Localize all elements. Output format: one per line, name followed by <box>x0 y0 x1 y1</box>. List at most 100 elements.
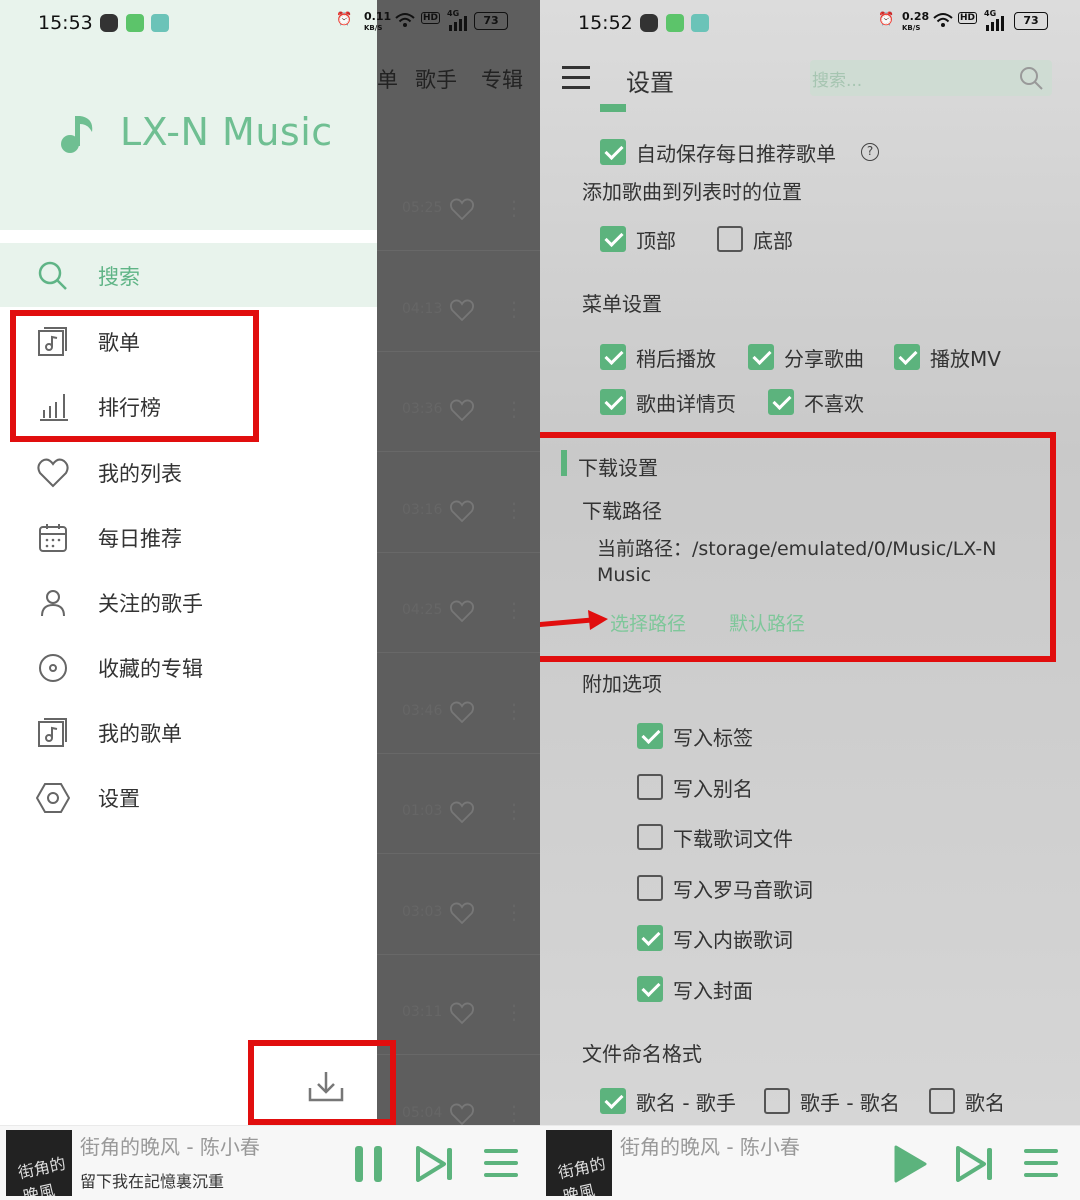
sidebar-item-my-songlist[interactable]: 我的歌单 <box>0 700 377 764</box>
wifi-icon <box>933 12 953 32</box>
song-duration: 03:36 <box>402 401 443 417</box>
more-vert-icon[interactable]: ⋮ <box>504 297 524 321</box>
play-mv-checkbox[interactable]: 播放MV <box>894 342 1001 372</box>
play-icon[interactable] <box>892 1144 928 1184</box>
write-romaji-lyrics-checkbox[interactable]: 写入罗马音歌词 <box>637 873 813 903</box>
search-icon[interactable] <box>1018 65 1044 91</box>
annotation-box-download-settings <box>540 432 1056 662</box>
comparison-screenshot: 单 歌手 专辑 05:25 ⋮ 04:13 ⋮ 03:36 ⋮ 03:16 ⋮ 04:25 ⋮ 03… <box>0 0 1080 1200</box>
more-vert-icon[interactable]: ⋮ <box>504 598 524 622</box>
more-vert-icon[interactable]: ⋮ <box>504 196 524 220</box>
more-vert-icon[interactable]: ⋮ <box>504 397 524 421</box>
sidebar-item-settings[interactable]: 设置 <box>0 765 377 829</box>
shield-notify-icon <box>691 14 709 32</box>
naming-song-only-checkbox[interactable]: 歌名 <box>929 1086 1005 1116</box>
next-track-icon[interactable] <box>956 1146 996 1182</box>
app-name: LX-N Music <box>120 110 333 154</box>
naming-song-singer-checkbox[interactable]: 歌名 - 歌手 <box>600 1086 736 1116</box>
row-divider <box>377 1054 540 1055</box>
next-track-icon[interactable] <box>416 1146 456 1182</box>
navigation-drawer: 15:53 ⏰ 0.11 KB/S HD 4G 73 LX-N Music 搜索… <box>0 0 508 1125</box>
heart-icon <box>37 458 69 488</box>
song-duration: 05:25 <box>402 200 443 216</box>
heart-icon[interactable] <box>449 599 475 623</box>
write-embedded-lyrics-checkbox[interactable]: 写入内嵌歌词 <box>637 923 793 953</box>
shield-notify-icon <box>151 14 169 32</box>
more-vert-icon[interactable]: ⋮ <box>504 498 524 522</box>
playlist-menu-icon[interactable] <box>1024 1148 1058 1178</box>
sidebar-item-label: 搜索 <box>98 265 140 289</box>
album-cover[interactable]: 街角的晚風 <box>6 1130 72 1196</box>
row-divider <box>377 551 540 553</box>
search-input[interactable]: 搜索... <box>810 60 1052 96</box>
heart-icon[interactable] <box>449 901 475 925</box>
dislike-checkbox[interactable]: 不喜欢 <box>768 387 864 417</box>
heart-icon[interactable] <box>449 499 475 523</box>
position-bottom-checkbox[interactable]: 底部 <box>717 224 793 254</box>
heart-icon[interactable] <box>449 800 475 824</box>
battery-indicator: 73 <box>474 12 508 30</box>
sidebar-item-my-list[interactable]: 我的列表 <box>0 440 377 504</box>
heart-icon[interactable] <box>449 197 475 221</box>
tab-singer[interactable]: 歌手 <box>415 64 457 94</box>
play-later-checkbox[interactable]: 稍后播放 <box>600 342 716 372</box>
song-duration: 03:46 <box>402 702 443 719</box>
file-naming-title: 文件命名格式 <box>582 1042 702 1066</box>
row-divider <box>377 752 540 754</box>
alarm-icon: ⏰ <box>878 12 895 27</box>
menu-icon[interactable] <box>562 66 590 90</box>
hd-badge: HD <box>421 12 441 24</box>
more-vert-icon[interactable]: ⋮ <box>504 799 524 823</box>
status-time: 15:52 <box>578 12 633 34</box>
row-divider <box>377 451 540 452</box>
now-playing-title: 街角的晚风 - 陈小春 <box>80 1135 260 1159</box>
player-bar[interactable]: 街角的晚風 街角的晚风 - 陈小春 <box>540 1125 1080 1200</box>
position-top-checkbox[interactable]: 顶部 <box>600 224 676 254</box>
write-cover-checkbox[interactable]: 写入封面 <box>637 974 753 1004</box>
right-phone-screen: 15:52 ⏰ 0.28 KB/S HD 4G 73 设置 搜索... 自动保存每… <box>540 0 1080 1200</box>
sidebar-item-saved-albums[interactable]: 收藏的专辑 <box>0 635 377 699</box>
heart-icon[interactable] <box>449 700 475 724</box>
heart-icon[interactable] <box>449 298 475 322</box>
calendar-icon <box>39 524 67 552</box>
more-vert-icon[interactable]: ⋮ <box>504 1000 524 1024</box>
player-bar[interactable]: 街角的晚風 街角的晚风 - 陈小春 留下我在記憶裏沉重 <box>0 1125 540 1200</box>
pause-icon[interactable] <box>352 1144 386 1184</box>
dimmed-song-list[interactable]: 单 歌手 专辑 <box>377 0 540 1125</box>
naming-singer-song-checkbox[interactable]: 歌手 - 歌名 <box>764 1086 900 1116</box>
heart-icon[interactable] <box>449 398 475 422</box>
sidebar-item-daily[interactable]: 每日推荐 <box>0 505 377 569</box>
write-tags-checkbox[interactable]: 写入标签 <box>637 721 753 751</box>
sidebar-item-label: 我的列表 <box>98 462 182 486</box>
song-duration: 05:04 <box>402 1104 443 1121</box>
status-bar: 15:53 ⏰ 0.11 KB/S HD 4G 73 <box>38 9 538 40</box>
more-vert-icon[interactable]: ⋮ <box>504 900 524 924</box>
tab-album[interactable]: 专辑 <box>481 64 523 94</box>
search-icon <box>38 261 67 290</box>
playlist-menu-icon[interactable] <box>484 1148 518 1178</box>
auto-save-daily-checkbox[interactable]: 自动保存每日推荐歌单 <box>600 137 836 167</box>
status-bar: 15:52 ⏰ 0.28 KB/S HD 4G 73 <box>578 9 1078 40</box>
heart-icon[interactable] <box>449 1001 475 1025</box>
heart-icon[interactable] <box>449 1102 475 1126</box>
add-position-title: 添加歌曲到列表时的位置 <box>582 180 802 204</box>
help-icon[interactable]: ? <box>861 143 879 161</box>
album-cover[interactable]: 街角的晚風 <box>546 1130 612 1196</box>
wifi-icon <box>395 12 415 32</box>
sidebar-item-search[interactable]: 搜索 <box>0 243 377 307</box>
more-vert-icon[interactable]: ⋮ <box>504 699 524 723</box>
share-song-checkbox[interactable]: 分享歌曲 <box>748 342 864 372</box>
tab-songlist[interactable]: 单 <box>377 64 398 94</box>
row-divider <box>377 250 540 251</box>
download-lyric-file-checkbox[interactable]: 下载歌词文件 <box>637 822 793 852</box>
person-icon <box>41 590 65 617</box>
menu-settings-title: 菜单设置 <box>582 292 662 316</box>
row-divider <box>377 953 540 955</box>
clipped-setting-row <box>600 104 1020 112</box>
more-vert-icon[interactable]: ⋮ <box>504 1101 524 1125</box>
sidebar-item-followed-singers[interactable]: 关注的歌手 <box>0 570 377 634</box>
write-alias-checkbox[interactable]: 写入别名 <box>637 772 753 802</box>
app-notify-icon <box>100 14 118 32</box>
row-divider <box>377 350 540 352</box>
song-detail-checkbox[interactable]: 歌曲详情页 <box>600 387 736 417</box>
